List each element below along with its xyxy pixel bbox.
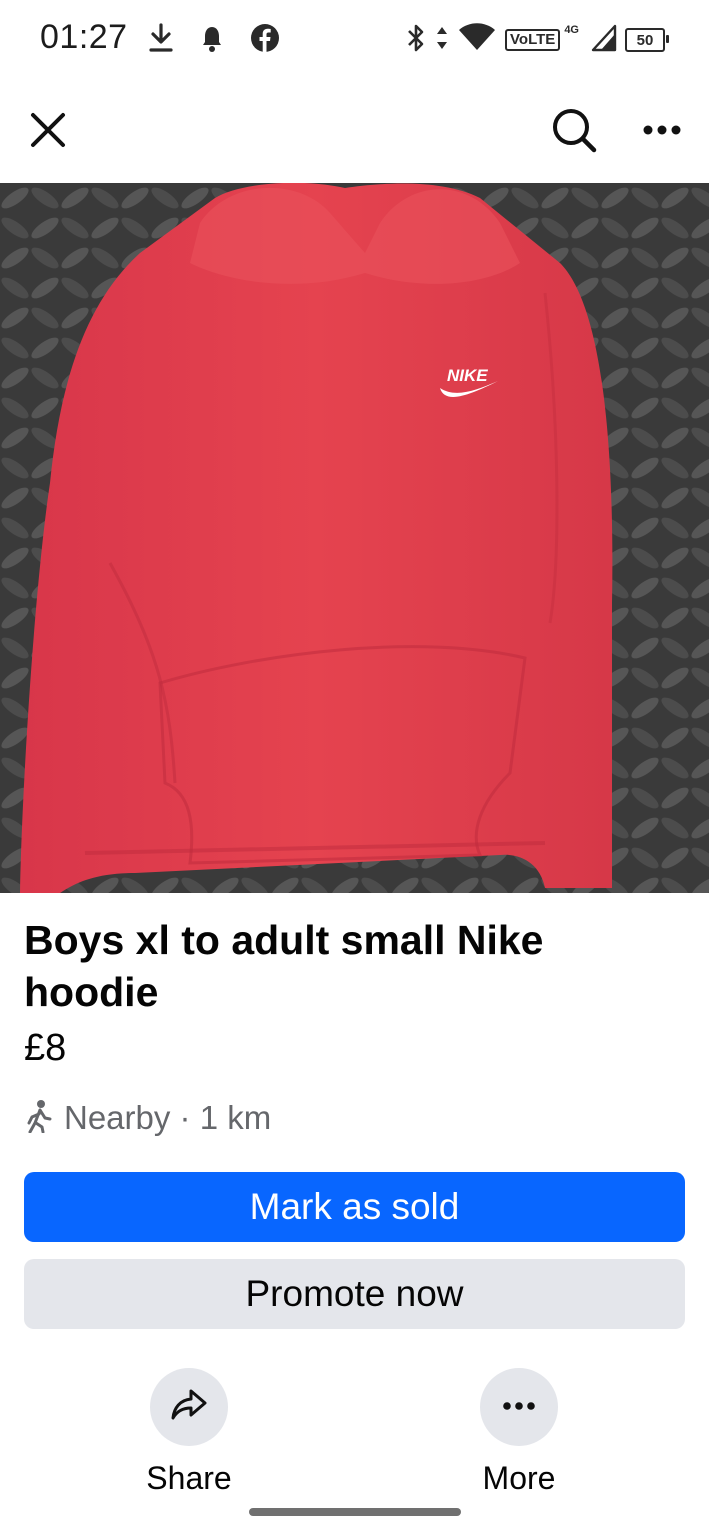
cell-signal-icon	[591, 24, 617, 57]
more-options-button[interactable]	[636, 106, 688, 158]
location-row: Nearby · 1 km	[24, 1096, 271, 1140]
walking-person-icon	[24, 1099, 54, 1138]
more-horizontal-icon	[642, 123, 682, 141]
search-icon	[551, 107, 597, 158]
close-icon	[30, 112, 66, 153]
share-button[interactable]	[150, 1368, 228, 1446]
more-action[interactable]: More	[449, 1368, 589, 1497]
facebook-icon	[250, 23, 280, 58]
status-bar: 01:27 VoLTE 4G 50	[0, 0, 709, 80]
data-arrows-icon	[435, 22, 449, 59]
location-text: Nearby · 1 km	[64, 1099, 272, 1136]
volte-badge: VoLTE	[505, 29, 561, 51]
hoodie-image: NIKE	[0, 183, 709, 893]
home-indicator[interactable]	[249, 1508, 461, 1516]
share-icon	[169, 1387, 209, 1428]
status-left-icons	[148, 22, 280, 58]
download-icon	[148, 22, 174, 58]
search-button[interactable]	[548, 106, 600, 158]
listing-price: £8	[24, 1027, 67, 1069]
battery-level: 50	[636, 31, 654, 49]
share-label: Share	[146, 1460, 232, 1496]
share-action[interactable]: Share	[119, 1368, 259, 1497]
promote-now-button[interactable]: Promote now	[24, 1259, 685, 1329]
bluetooth-icon	[405, 22, 427, 59]
more-label: More	[482, 1460, 556, 1496]
battery-icon: 50	[625, 28, 669, 52]
mark-as-sold-button[interactable]: Mark as sold	[24, 1172, 685, 1242]
wifi-icon	[457, 22, 497, 59]
status-time: 01:27	[40, 18, 128, 56]
network-type-label: 4G	[564, 24, 579, 36]
nike-logo-text: NIKE	[447, 366, 488, 385]
close-button[interactable]	[24, 108, 72, 156]
listing-photo[interactable]: NIKE	[0, 183, 709, 893]
more-button[interactable]	[480, 1368, 558, 1446]
top-app-bar	[0, 90, 709, 180]
notification-bell-icon	[200, 23, 224, 58]
status-right-icons: VoLTE 4G 50	[405, 22, 669, 59]
listing-title: Boys xl to adult small Nike hoodie	[24, 917, 544, 1015]
more-horizontal-icon	[502, 1398, 536, 1416]
